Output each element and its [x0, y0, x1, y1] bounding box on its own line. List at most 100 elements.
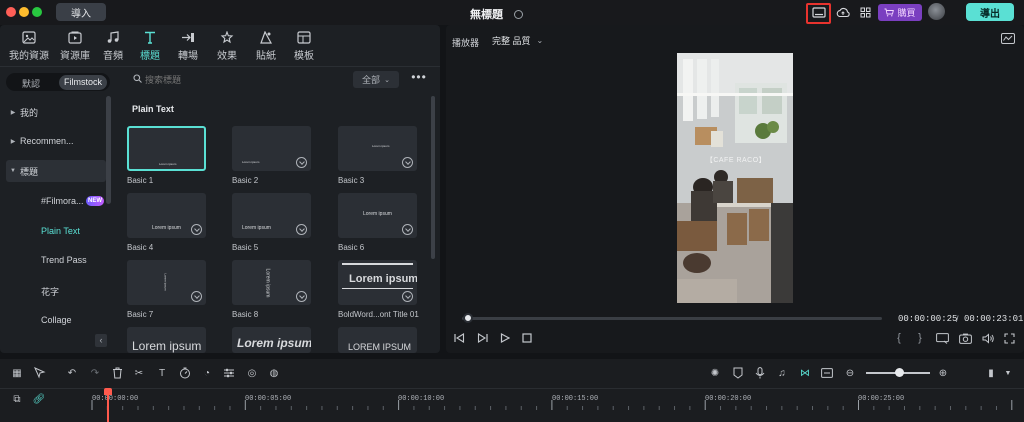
quality-dropdown[interactable]: 完整 品質 ⌄	[489, 31, 569, 49]
text-tool-icon[interactable]: T	[155, 366, 169, 380]
download-icon[interactable]	[191, 224, 202, 235]
subcategory-collage[interactable]: Collage	[41, 315, 72, 325]
more-options-icon[interactable]: •••	[410, 71, 428, 88]
play-icon[interactable]	[498, 332, 512, 344]
music-icon	[107, 31, 119, 43]
category-scrollbar[interactable]	[106, 96, 111, 204]
filter-dropdown[interactable]: 全部 ⌄	[353, 71, 399, 88]
color-icon[interactable]: ◎	[245, 366, 259, 380]
buy-button[interactable]: 購買	[878, 4, 922, 21]
microphone-icon[interactable]	[753, 366, 767, 380]
title-thumbnail[interactable]: Lorem ipsum	[127, 193, 206, 238]
title-thumbnail[interactable]: Lorem ipsum	[338, 193, 417, 238]
title-thumbnail[interactable]: Lorem ipsum	[232, 260, 311, 305]
tick-label: 00:00:20:00	[705, 395, 752, 403]
subcategory-fancy-text[interactable]: 花字	[41, 285, 59, 298]
subcategory-plain-text[interactable]: Plain Text	[41, 226, 80, 236]
quality-label: 完整 品質	[492, 35, 531, 46]
cloud-upload-icon[interactable]	[834, 4, 852, 21]
zoom-slider-knob[interactable]	[895, 368, 904, 377]
subcategory-filmora[interactable]: #Filmora...	[41, 196, 84, 206]
download-icon[interactable]	[296, 224, 307, 235]
download-icon[interactable]	[402, 224, 413, 235]
video-caption: 【CAFE RACO】	[705, 157, 767, 164]
layout-icon[interactable]: ▦	[10, 366, 24, 380]
speed-icon[interactable]	[178, 366, 192, 380]
title-thumbnail[interactable]: Lorem ipsum	[232, 193, 311, 238]
display-settings-icon[interactable]	[935, 332, 949, 344]
collapse-sidebar-button[interactable]: ‹	[95, 334, 107, 347]
download-icon[interactable]	[402, 157, 413, 168]
fullscreen-icon[interactable]	[1002, 332, 1016, 344]
playhead-handle[interactable]	[104, 388, 112, 395]
maximize-window-button[interactable]	[32, 7, 42, 17]
subcategory-trend-pass[interactable]: Trend Pass	[41, 255, 87, 265]
import-button[interactable]: 導入	[56, 3, 106, 21]
playback-progress-track[interactable]	[462, 317, 882, 320]
minimize-window-button[interactable]	[19, 7, 29, 17]
redo-icon[interactable]: ↷	[88, 366, 102, 380]
zoom-out-icon[interactable]: ⊖	[843, 366, 857, 380]
snapshot-icon[interactable]	[958, 332, 972, 344]
track-manager-icon[interactable]: ⧉	[10, 392, 24, 406]
next-frame-icon[interactable]	[475, 332, 489, 344]
mark-in-icon[interactable]: {	[892, 332, 906, 344]
title-thumbnail[interactable]: Lorem ipsum	[338, 126, 417, 171]
title-thumbnail[interactable]: Lorem ipsum	[127, 260, 206, 305]
crop-icon[interactable]: ◔	[200, 366, 214, 380]
playhead-line[interactable]	[107, 395, 109, 422]
tab-my-media[interactable]: 我的資源	[6, 31, 52, 62]
marker-icon[interactable]	[731, 366, 745, 380]
download-icon[interactable]	[402, 291, 413, 302]
category-mine[interactable]: ▶ 我的	[6, 101, 106, 123]
waveform-icon[interactable]	[1001, 33, 1015, 44]
tab-label: 我的資源	[9, 51, 49, 62]
grid-scrollbar[interactable]	[431, 96, 435, 259]
thumbnail-text: Lorem ipsum	[152, 225, 181, 231]
undo-icon[interactable]: ↶	[65, 366, 79, 380]
music-track-icon[interactable]: ♫	[775, 366, 789, 380]
title-thumbnail[interactable]: LOREM IPSUM	[338, 327, 417, 353]
filter-label: 全部	[362, 75, 381, 85]
download-icon[interactable]	[191, 291, 202, 302]
download-icon[interactable]	[296, 291, 307, 302]
search-input[interactable]	[145, 72, 325, 88]
select-tool-icon[interactable]	[33, 366, 47, 380]
avatar[interactable]	[928, 3, 945, 20]
title-thumbnail[interactable]: Lorem ipsum	[127, 126, 206, 171]
tab-templates[interactable]: 模板	[281, 31, 327, 62]
tab-label: 貼紙	[256, 51, 276, 62]
chevron-down-icon[interactable]: ▼	[1001, 366, 1015, 380]
title-thumbnail[interactable]: Lorem ipsum	[127, 327, 206, 353]
render-icon[interactable]: ✺	[708, 366, 722, 380]
snap-icon[interactable]: ⋈	[798, 366, 812, 380]
link-icon[interactable]: 🔗︎	[32, 392, 46, 406]
zoom-in-icon[interactable]: ⊕	[936, 366, 950, 380]
category-titles[interactable]: ▼ 標題	[6, 160, 106, 182]
scissors-icon[interactable]: ✂	[132, 366, 146, 380]
export-button[interactable]: 導出	[966, 3, 1014, 21]
source-default[interactable]: 默認	[6, 77, 56, 90]
thumbnail-caption: Basic 8	[232, 310, 259, 319]
category-recommended[interactable]: ▶ Recommen...	[6, 130, 106, 152]
cafe-scene-image	[677, 53, 793, 303]
adjust-icon[interactable]	[222, 366, 236, 380]
pip-icon[interactable]	[820, 366, 834, 380]
previous-frame-icon[interactable]	[452, 332, 466, 344]
playback-progress-knob[interactable]	[463, 313, 473, 323]
audio-sync-icon[interactable]: ◍	[267, 366, 281, 380]
title-thumbnail[interactable]: Lorem ipsum	[232, 327, 311, 353]
title-thumbnail[interactable]: Lorem ipsum	[338, 260, 417, 305]
title-thumbnail[interactable]: Lorem ipsum	[232, 126, 311, 171]
mark-out-icon[interactable]: }	[913, 332, 927, 344]
grid-icon[interactable]	[856, 4, 874, 21]
volume-icon[interactable]	[981, 332, 995, 344]
delete-icon[interactable]	[110, 366, 124, 380]
stop-icon[interactable]	[520, 332, 534, 344]
download-icon[interactable]	[296, 157, 307, 168]
close-window-button[interactable]	[6, 7, 16, 17]
thumbnail-text: Lorem ipsum	[242, 160, 260, 164]
audio-meter-icon[interactable]: ▮	[984, 366, 998, 380]
source-filmstock[interactable]: Filmstock	[59, 75, 107, 90]
search-icon	[133, 74, 142, 83]
